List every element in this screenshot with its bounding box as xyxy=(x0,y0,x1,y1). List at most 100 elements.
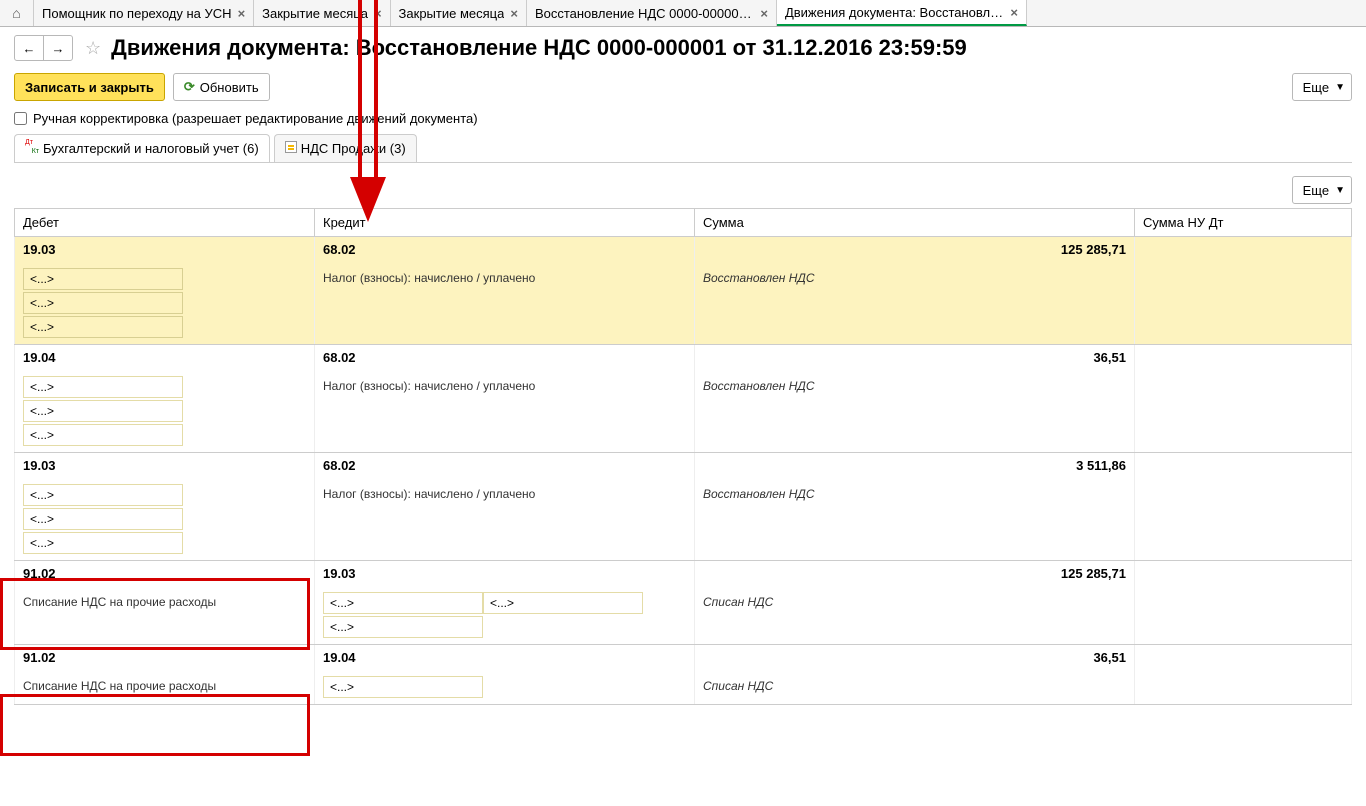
debit-account: 19.04 xyxy=(15,345,315,371)
sum-nu-value xyxy=(1135,237,1352,263)
debit-text: Списание НДС на прочие расходы xyxy=(23,592,306,612)
sum-detail: Списан НДС xyxy=(695,586,1135,645)
sheet-icon xyxy=(285,141,297,156)
manual-correction-row: Ручная корректировка (разрешает редактир… xyxy=(0,111,1366,134)
col-credit[interactable]: Кредит xyxy=(315,209,695,237)
credit-detail: <...><...><...> xyxy=(315,586,695,645)
close-icon[interactable]: × xyxy=(1010,5,1018,20)
credit-text: Налог (взносы): начислено / уплачено xyxy=(323,268,686,288)
operation-text: Списан НДС xyxy=(703,592,1126,612)
arrow-right-icon: → xyxy=(52,41,65,56)
tab-label: Закрытие месяца xyxy=(262,6,368,21)
more-label: Еще xyxy=(1303,80,1329,95)
table-row[interactable]: 19.0368.02125 285,71 xyxy=(15,237,1352,263)
subconto-field[interactable]: <...> xyxy=(23,400,183,422)
debit-account: 19.03 xyxy=(15,237,315,263)
nav-forward-button[interactable]: → xyxy=(43,35,73,61)
subconto-field[interactable]: <...> xyxy=(323,592,483,614)
sum-nu-value xyxy=(1135,453,1352,479)
table-row[interactable]: 19.0368.023 511,86 xyxy=(15,453,1352,479)
close-icon[interactable]: × xyxy=(510,6,518,21)
credit-account: 19.04 xyxy=(315,645,695,671)
subconto-field[interactable]: <...> xyxy=(23,508,183,530)
operation-text: Восстановлен НДС xyxy=(703,376,1126,396)
dt-kt-icon xyxy=(25,140,39,157)
tab-item[interactable]: Движения документа: Восстановление НДС 0… xyxy=(777,0,1027,26)
debit-detail: Списание НДС на прочие расходы xyxy=(15,586,315,645)
credit-text: Налог (взносы): начислено / уплачено xyxy=(323,376,686,396)
home-tab[interactable]: ⌂ xyxy=(0,0,34,26)
subconto-field[interactable]: <...> xyxy=(23,292,183,314)
more-dropdown[interactable]: Еще ▼ xyxy=(1292,73,1352,101)
subconto-field[interactable]: <...> xyxy=(23,532,183,554)
toolbar: Записать и закрыть ⟳Обновить Еще ▼ xyxy=(0,69,1366,111)
subconto-field[interactable]: <...> xyxy=(23,484,183,506)
table-row-detail[interactable]: <...><...><...>Налог (взносы): начислено… xyxy=(15,478,1352,561)
debit-detail: Списание НДС на прочие расходы xyxy=(15,670,315,705)
col-sum-nu[interactable]: Сумма НУ Дт xyxy=(1135,209,1352,237)
operation-text: Восстановлен НДС xyxy=(703,484,1126,504)
titlebar: ← → ☆ Движения документа: Восстановление… xyxy=(0,27,1366,69)
app-tabbar: ⌂ Помощник по переходу на УСН × Закрытие … xyxy=(0,0,1366,27)
nav-back-button[interactable]: ← xyxy=(14,35,44,61)
subtab-vat-sales[interactable]: НДС Продажи (3) xyxy=(274,134,417,162)
content: Еще ▼ Дебет Кредит Сумма Сумма НУ Дт 19.0… xyxy=(0,162,1366,705)
manual-correction-checkbox[interactable] xyxy=(14,112,27,125)
tab-item[interactable]: Восстановление НДС 0000-000001 от 31.12.… xyxy=(527,0,777,26)
subconto-field[interactable]: <...> xyxy=(483,592,643,614)
tab-label: Закрытие месяца xyxy=(399,6,505,21)
table-row[interactable]: 19.0468.0236,51 xyxy=(15,345,1352,371)
sum-value: 125 285,71 xyxy=(695,237,1135,263)
more-label: Еще xyxy=(1303,183,1329,198)
refresh-icon: ⟳ xyxy=(184,79,195,95)
debit-detail: <...><...><...> xyxy=(15,478,315,561)
tab-item[interactable]: Закрытие месяца × xyxy=(254,0,390,26)
sum-detail: Восстановлен НДС xyxy=(695,370,1135,453)
subconto-field[interactable]: <...> xyxy=(23,376,183,398)
save-close-button[interactable]: Записать и закрыть xyxy=(14,73,165,101)
tab-item[interactable]: Закрытие месяца × xyxy=(391,0,527,26)
col-debit[interactable]: Дебет xyxy=(15,209,315,237)
credit-account: 19.03 xyxy=(315,561,695,587)
debit-text: Списание НДС на прочие расходы xyxy=(23,676,306,696)
chevron-down-icon: ▼ xyxy=(1335,185,1345,196)
credit-detail: Налог (взносы): начислено / уплачено xyxy=(315,262,695,345)
table-row-detail[interactable]: <...><...><...>Налог (взносы): начислено… xyxy=(15,262,1352,345)
subconto-field[interactable]: <...> xyxy=(323,676,483,698)
credit-detail: <...> xyxy=(315,670,695,705)
operation-text: Списан НДС xyxy=(703,676,1126,696)
table-row[interactable]: 91.0219.0436,51 xyxy=(15,645,1352,671)
table-row-detail[interactable]: Списание НДС на прочие расходы <...> Списа… xyxy=(15,670,1352,705)
credit-detail: Налог (взносы): начислено / уплачено xyxy=(315,478,695,561)
close-icon[interactable]: × xyxy=(238,6,246,21)
table-row[interactable]: 91.0219.03125 285,71 xyxy=(15,561,1352,587)
accounting-grid: Дебет Кредит Сумма Сумма НУ Дт 19.0368.0… xyxy=(14,208,1352,705)
page-title: Движения документа: Восстановление НДС 0… xyxy=(111,35,967,61)
close-icon[interactable]: × xyxy=(374,6,382,21)
close-icon[interactable]: × xyxy=(760,6,768,21)
sum-value: 36,51 xyxy=(695,345,1135,371)
sum-nu-detail xyxy=(1135,262,1352,345)
subconto-field[interactable]: <...> xyxy=(23,316,183,338)
col-sum[interactable]: Сумма xyxy=(695,209,1135,237)
arrow-left-icon: ← xyxy=(23,41,36,56)
sum-value: 3 511,86 xyxy=(695,453,1135,479)
subconto-field[interactable]: <...> xyxy=(23,424,183,446)
manual-correction-label: Ручная корректировка (разрешает редактир… xyxy=(33,111,478,126)
tab-label: Помощник по переходу на УСН xyxy=(42,6,232,21)
debit-detail: <...><...><...> xyxy=(15,370,315,453)
debit-account: 19.03 xyxy=(15,453,315,479)
tab-item[interactable]: Помощник по переходу на УСН × xyxy=(34,0,254,26)
table-row-detail[interactable]: <...><...><...>Налог (взносы): начислено… xyxy=(15,370,1352,453)
refresh-button[interactable]: ⟳Обновить xyxy=(173,73,270,101)
subconto-field[interactable]: <...> xyxy=(323,616,483,638)
grid-more-dropdown[interactable]: Еще ▼ xyxy=(1292,176,1352,204)
table-row-detail[interactable]: Списание НДС на прочие расходы <...><...>… xyxy=(15,586,1352,645)
chevron-down-icon: ▼ xyxy=(1335,82,1345,93)
favorite-icon[interactable]: ☆ xyxy=(85,38,101,59)
subconto-field[interactable]: <...> xyxy=(23,268,183,290)
credit-account: 68.02 xyxy=(315,345,695,371)
subtab-accounting[interactable]: Бухгалтерский и налоговый учет (6) xyxy=(14,134,270,162)
credit-detail: Налог (взносы): начислено / уплачено xyxy=(315,370,695,453)
debit-account: 91.02 xyxy=(15,561,315,587)
